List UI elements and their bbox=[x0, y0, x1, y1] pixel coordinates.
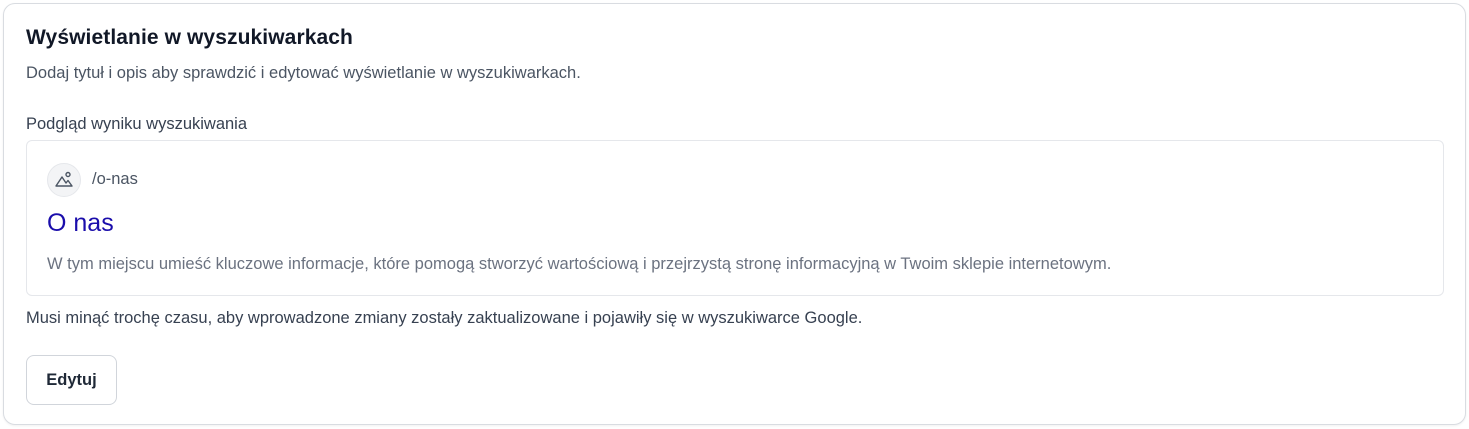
update-note: Musi minąć trochę czasu, aby wprowadzone… bbox=[26, 309, 863, 327]
result-description: W tym miejscu umieść kluczowe informacje… bbox=[47, 255, 1112, 273]
search-result-preview: /o-nas O nas W tym miejscu umieść kluczo… bbox=[26, 140, 1444, 296]
section-subtitle: Dodaj tytuł i opis aby sprawdzić i edyto… bbox=[26, 64, 581, 82]
edit-button[interactable]: Edytuj bbox=[26, 355, 117, 405]
result-title: O nas bbox=[47, 209, 114, 237]
search-appearance-card: Wyświetlanie w wyszukiwarkach Dodaj tytu… bbox=[3, 3, 1466, 425]
image-placeholder-icon bbox=[47, 163, 81, 197]
result-url: /o-nas bbox=[92, 170, 138, 188]
preview-label: Podgląd wyniku wyszukiwania bbox=[26, 115, 248, 133]
section-title: Wyświetlanie w wyszukiwarkach bbox=[26, 26, 353, 49]
